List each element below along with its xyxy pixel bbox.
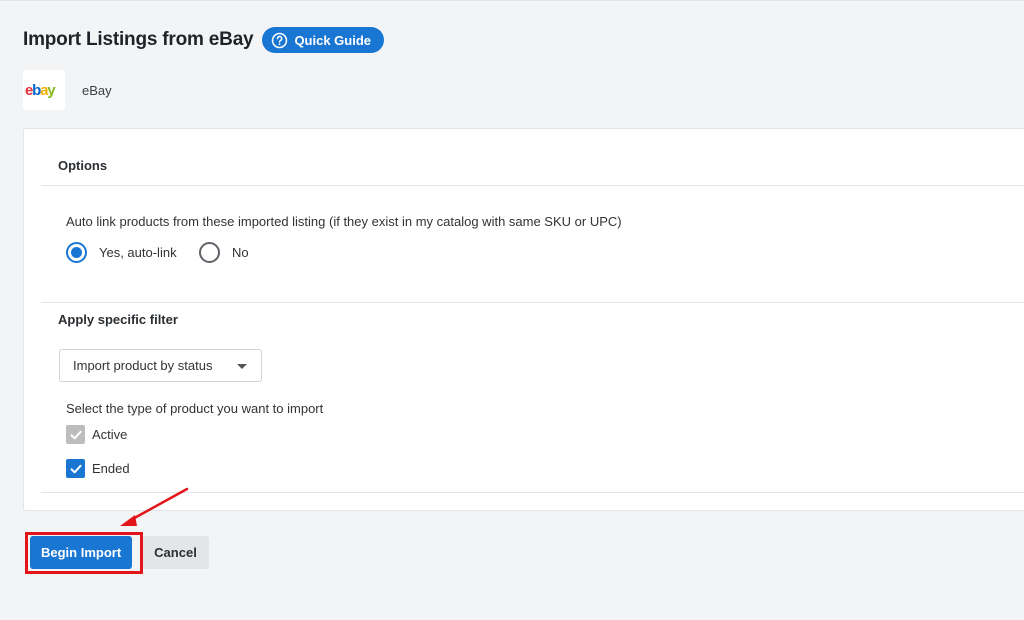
quick-guide-button[interactable]: Quick Guide <box>262 27 385 53</box>
filter-heading: Apply specific filter <box>58 312 178 327</box>
begin-import-button[interactable]: Begin Import <box>30 536 133 569</box>
checkmark-icon <box>66 459 85 478</box>
page-title: Import Listings from eBay <box>23 29 254 50</box>
checkmark-icon <box>66 425 85 444</box>
checkbox-active[interactable]: Active <box>66 425 127 444</box>
product-type-prompt: Select the type of product you want to i… <box>66 401 324 416</box>
radio-no-label: No <box>232 245 249 260</box>
options-heading: Options <box>58 158 108 173</box>
checkbox-active-label: Active <box>92 427 128 442</box>
page-header: Import Listings from eBay Quick Guide <box>23 27 385 53</box>
cancel-button[interactable]: Cancel <box>142 536 209 569</box>
quick-guide-label: Quick Guide <box>294 32 372 48</box>
ebay-logo: ebay <box>23 70 65 110</box>
status-filter-dropdown[interactable]: Import product by status <box>59 349 262 382</box>
options-divider <box>41 185 1024 186</box>
form-actions: Begin Import Cancel <box>30 536 209 569</box>
checkbox-ended-label: Ended <box>92 461 130 476</box>
svg-text:ebay: ebay <box>25 82 56 99</box>
caret-down-icon <box>237 364 247 369</box>
radio-no[interactable]: No <box>199 242 249 263</box>
ebay-logo-letter: y <box>47 82 56 99</box>
top-divider <box>0 0 1024 1</box>
autolink-question: Auto link products from these imported l… <box>66 214 622 229</box>
import-listings-page: Import Listings from eBay Quick Guide eb… <box>0 0 1024 620</box>
radio-yes-label: Yes, auto-link <box>99 245 177 260</box>
radio-yes-auto-link[interactable]: Yes, auto-link <box>66 242 177 263</box>
bottom-divider <box>41 492 1024 493</box>
radio-unselected-icon <box>199 242 220 263</box>
options-card: Options Auto link products from these im… <box>23 128 1024 511</box>
checkbox-ended[interactable]: Ended <box>66 459 130 478</box>
filter-divider <box>41 302 1024 303</box>
channel-name: eBay <box>82 82 112 98</box>
channel-info: ebay eBay <box>23 70 112 110</box>
status-filter-value: Import product by status <box>73 358 213 373</box>
radio-selected-icon <box>66 242 87 263</box>
help-circle-icon <box>272 32 288 48</box>
